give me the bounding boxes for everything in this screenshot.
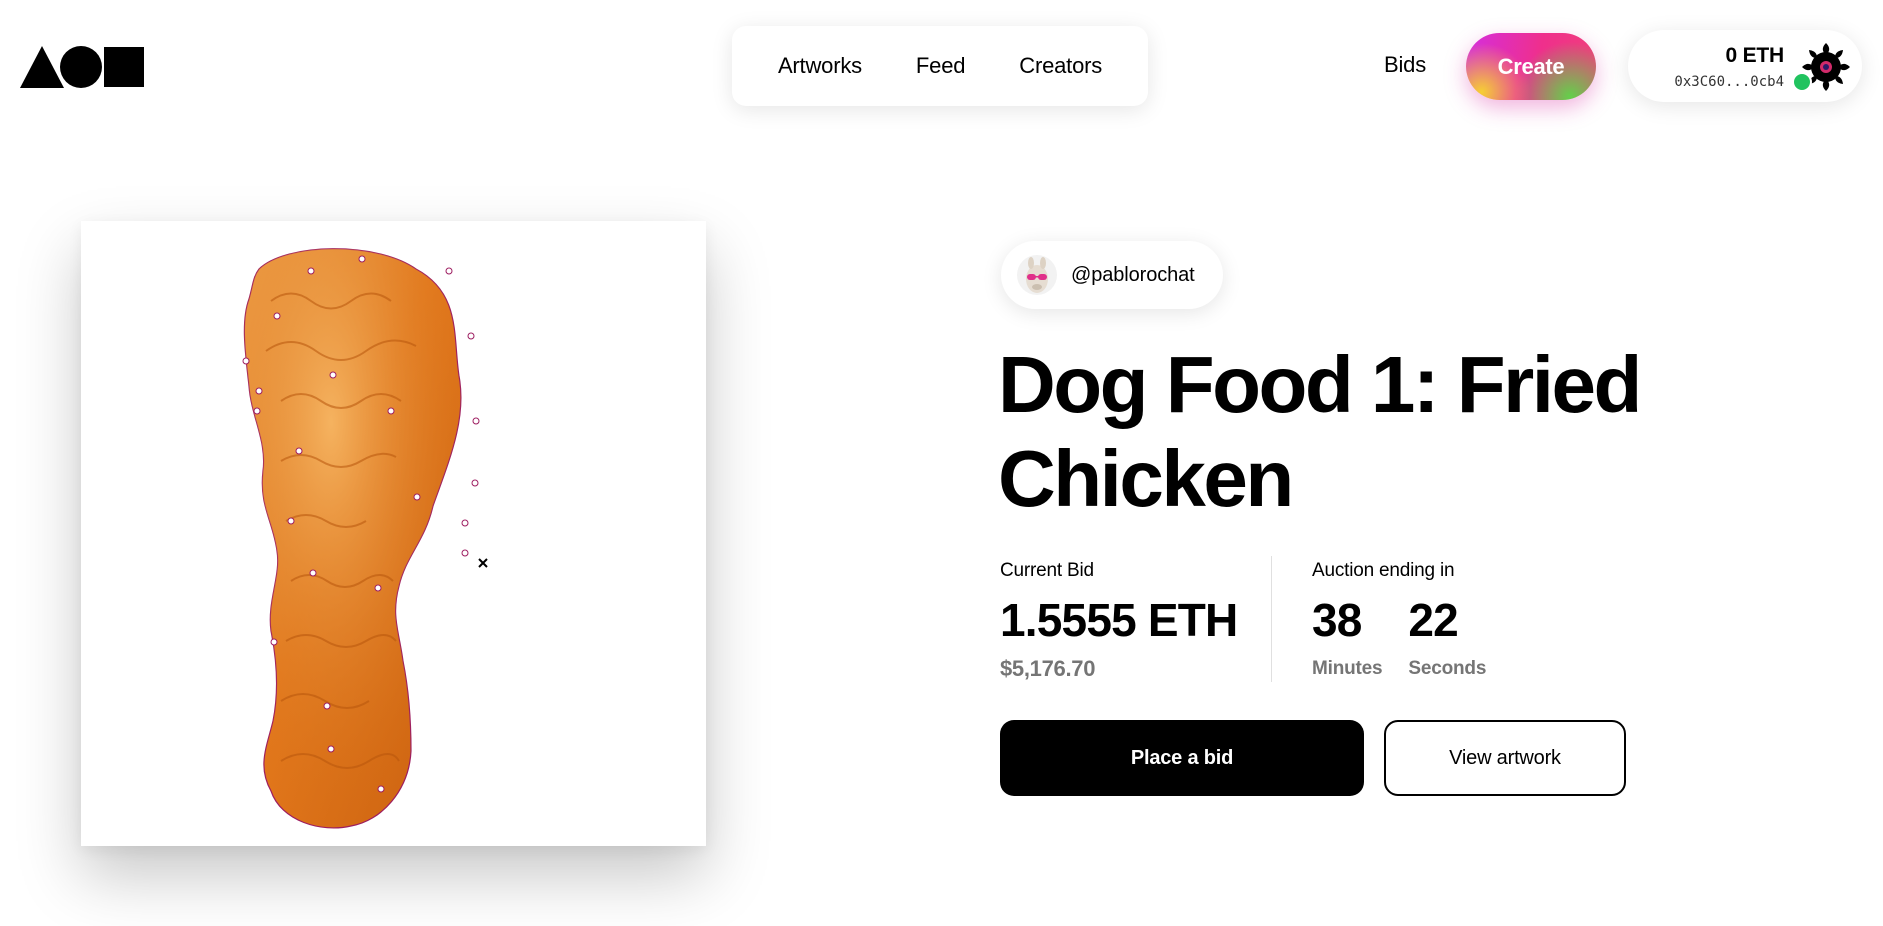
- seconds-label: Seconds: [1408, 658, 1487, 679]
- current-bid-section: Current Bid 1.5555 ETH $5,176.70: [1000, 560, 1238, 682]
- page: Artworks Feed Creators Bids Create 0 ETH…: [0, 0, 1883, 926]
- llama-avatar-icon: [1017, 255, 1057, 295]
- countdown-seconds: 22 Seconds: [1408, 596, 1486, 680]
- seconds-value: 22: [1408, 594, 1458, 646]
- nav-link-artworks[interactable]: Artworks: [778, 53, 862, 79]
- auction-countdown-section: Auction ending in 38 Minutes 22 Seconds: [1312, 560, 1486, 680]
- nav-link-feed[interactable]: Feed: [916, 53, 966, 79]
- create-button[interactable]: Create: [1466, 33, 1596, 100]
- triangle-icon: [20, 46, 64, 88]
- minutes-value: 38: [1312, 594, 1362, 646]
- square-icon: [104, 47, 144, 87]
- wallet-button[interactable]: 0 ETH 0x3C60...0cb4: [1628, 30, 1862, 102]
- wallet-address: 0x3C60...0cb4: [1674, 74, 1784, 90]
- countdown: 38 Minutes 22 Seconds: [1312, 596, 1486, 680]
- online-status-dot: [1792, 72, 1812, 92]
- place-bid-button[interactable]: Place a bid: [1000, 720, 1364, 796]
- current-bid-label: Current Bid: [1000, 560, 1094, 581]
- artwork-image[interactable]: [81, 221, 706, 846]
- site-logo[interactable]: [20, 44, 144, 88]
- circle-icon: [60, 46, 102, 88]
- main-nav: Artworks Feed Creators: [732, 26, 1148, 106]
- auction-ending-label: Auction ending in: [1312, 560, 1455, 581]
- countdown-minutes: 38 Minutes: [1312, 594, 1383, 680]
- creator-avatar: [1017, 255, 1057, 295]
- creator-chip[interactable]: @pablorochat: [1001, 241, 1223, 309]
- creator-handle: @pablorochat: [1071, 263, 1195, 286]
- divider: [1271, 556, 1272, 682]
- bids-link[interactable]: Bids: [1384, 52, 1426, 78]
- minutes-label: Minutes: [1312, 658, 1383, 679]
- nav-link-creators[interactable]: Creators: [1019, 53, 1102, 79]
- artwork-title: Dog Food 1: Fried Chicken: [998, 340, 1642, 523]
- current-bid-usd: $5,176.70: [1000, 656, 1096, 681]
- view-artwork-button[interactable]: View artwork: [1384, 720, 1626, 796]
- wallet-balance: 0 ETH: [1725, 44, 1784, 67]
- current-bid-value: 1.5555 ETH: [1000, 594, 1238, 646]
